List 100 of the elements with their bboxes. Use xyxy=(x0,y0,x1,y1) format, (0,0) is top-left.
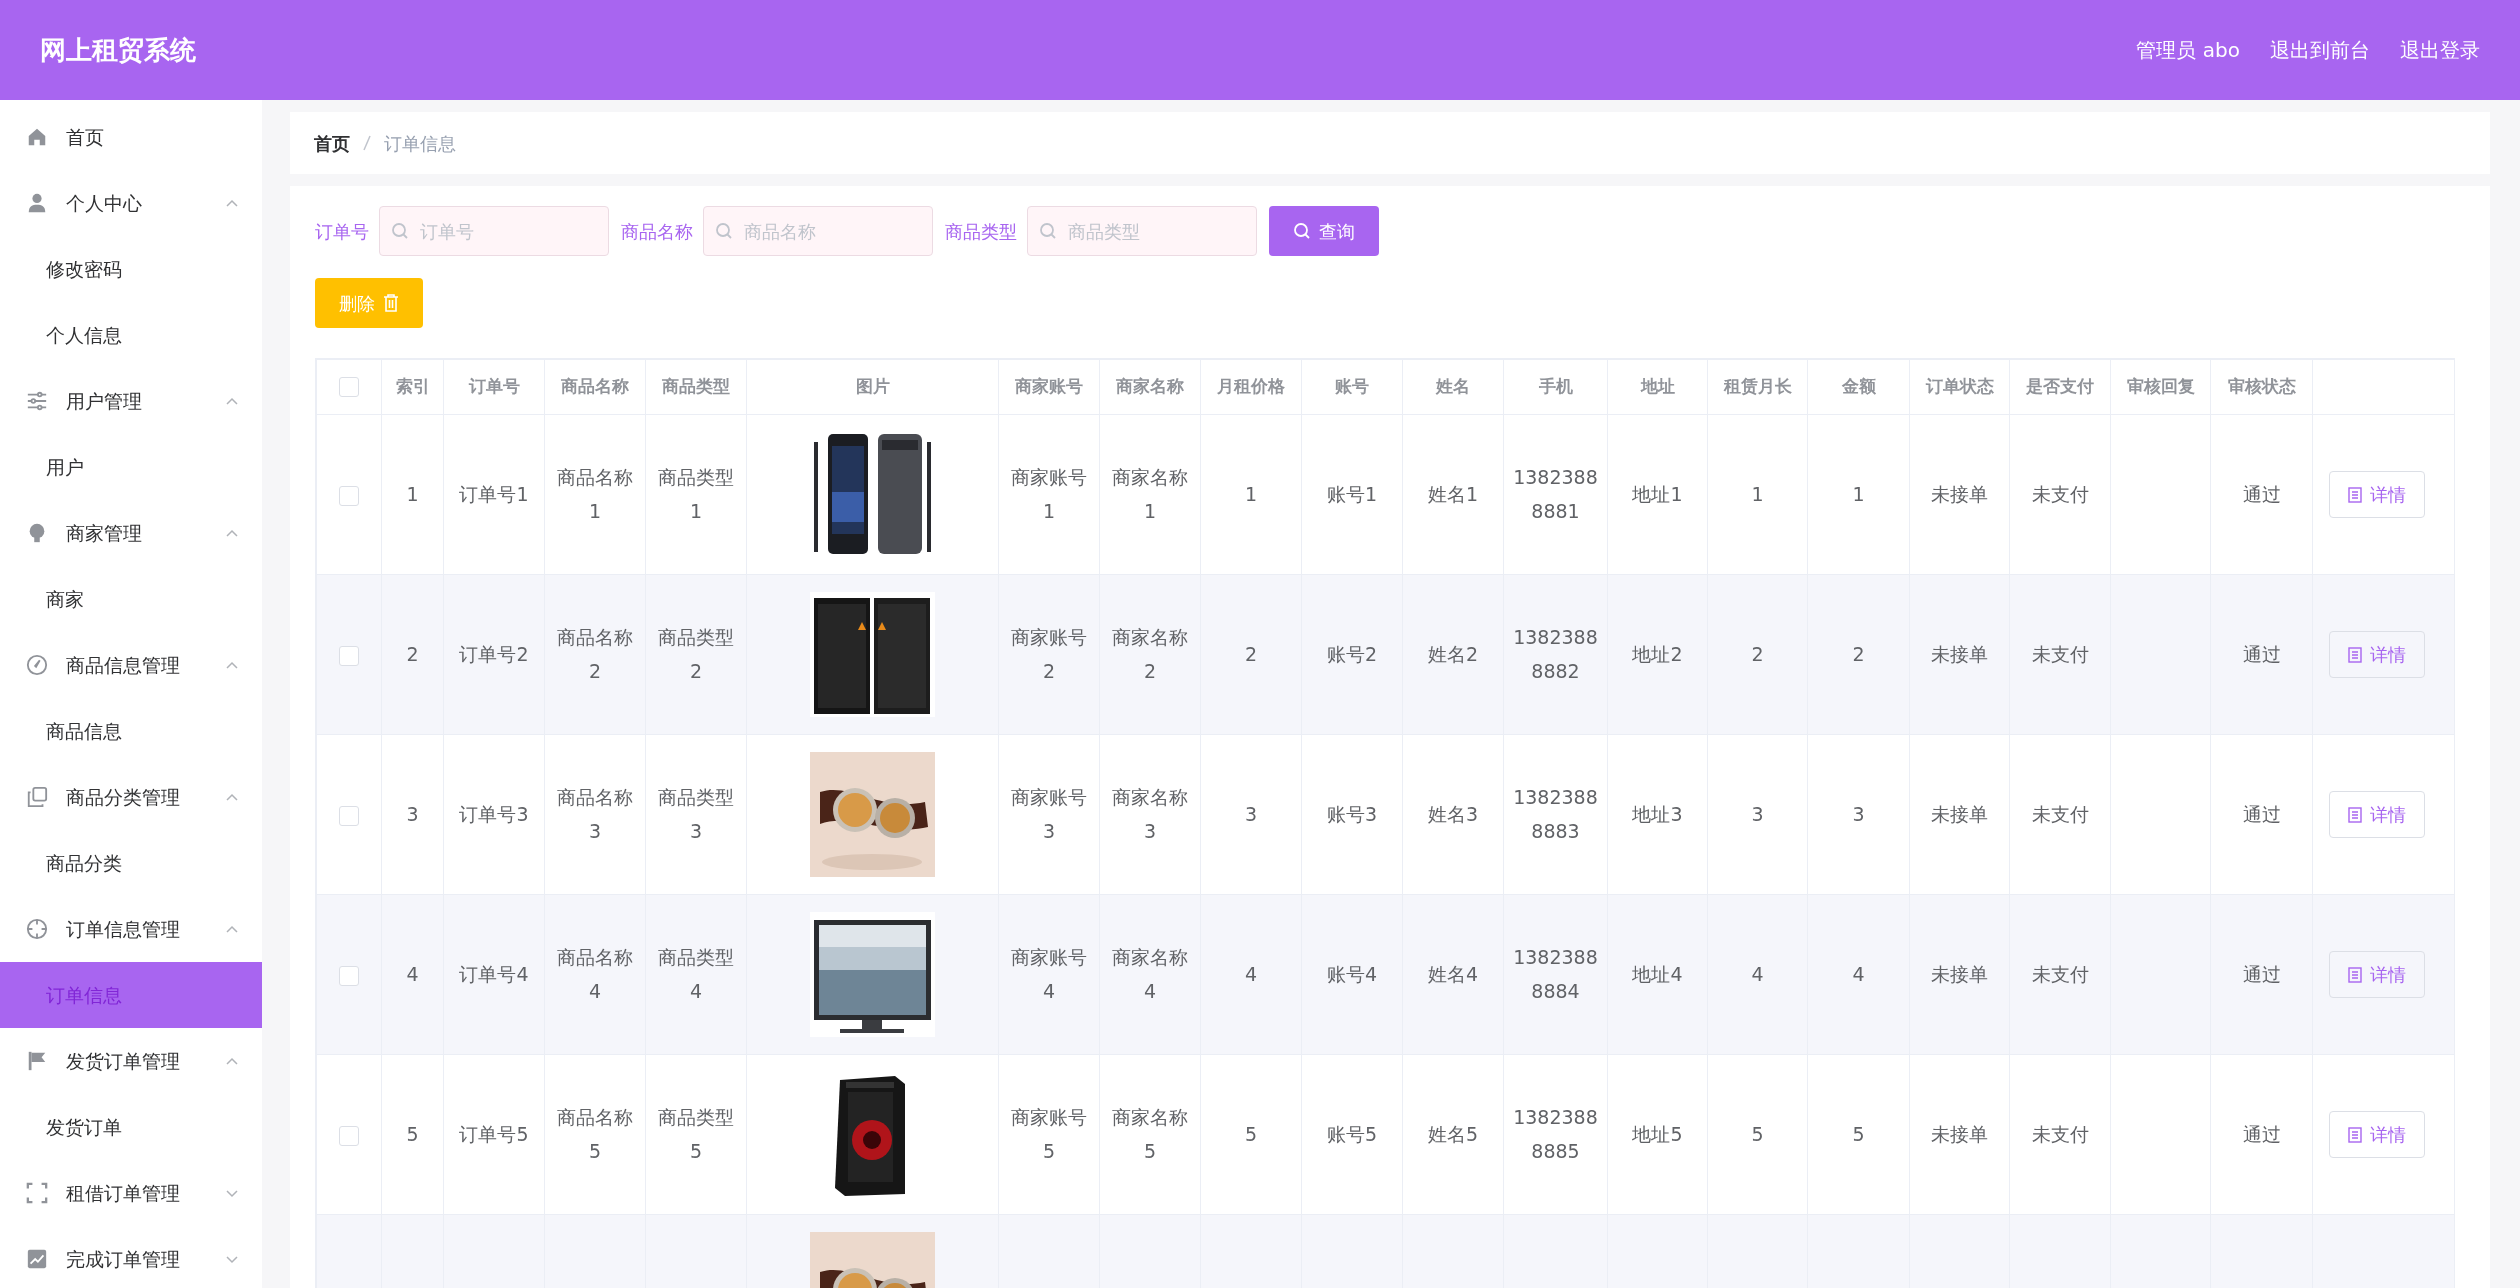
details-button[interactable]: 详情 xyxy=(2329,791,2425,838)
table-cell-text: 商品名称4 xyxy=(556,945,634,1004)
table-cell-text: 商品名称3 xyxy=(556,785,634,844)
select-all-checkbox[interactable] xyxy=(339,377,359,398)
table-cell-text: 13823888881 xyxy=(1512,465,1599,524)
sidebar-item[interactable]: 租借订单管理 xyxy=(0,1160,262,1226)
search-label: 商品名称 xyxy=(621,219,693,244)
table-cell-text: 商品类型1 xyxy=(657,465,735,524)
table-cell: 未支付 xyxy=(2031,1123,2089,1146)
table-cell: 账号3 xyxy=(1326,803,1378,826)
sidebar-label: 用户管理 xyxy=(66,388,142,414)
row-checkbox[interactable] xyxy=(339,805,359,826)
table-cell: 账号1 xyxy=(1326,483,1378,506)
column-header: 商品名称 xyxy=(561,376,629,397)
sidebar-item[interactable]: 订单信息管理 xyxy=(0,896,262,962)
sidebar-subitem[interactable]: 发货订单 xyxy=(0,1094,262,1160)
user-icon xyxy=(26,192,48,214)
sidebar-subitem[interactable]: 用户 xyxy=(0,434,262,500)
table-cell-text: 商家名称4 xyxy=(1111,945,1189,1004)
search-field[interactable]: 订单号 xyxy=(379,206,609,256)
table-cell: 4 xyxy=(1852,963,1865,986)
table-cell: 未接单 xyxy=(1931,803,1988,826)
table-cell: 5 xyxy=(1751,1123,1764,1146)
sidebar-label: 发货订单管理 xyxy=(66,1048,180,1074)
trash-icon xyxy=(383,294,399,312)
column-header: 索引 xyxy=(395,376,430,397)
table-cell-text: 商家账号3 xyxy=(1010,785,1088,844)
document-icon xyxy=(2348,1126,2362,1143)
sidebar-label: 完成订单管理 xyxy=(66,1246,180,1272)
table-cell: 账号2 xyxy=(1326,643,1378,666)
table-cell: 姓名3 xyxy=(1427,803,1479,826)
table-cell-text: 商家名称3 xyxy=(1111,785,1189,844)
table-cell: 账号5 xyxy=(1326,1123,1378,1146)
column-header: 图片 xyxy=(855,376,890,397)
row-checkbox[interactable] xyxy=(339,965,359,986)
table-cell: 未接单 xyxy=(1931,483,1988,506)
sidebar-item[interactable]: 商品信息管理 xyxy=(0,632,262,698)
table-cell: 未支付 xyxy=(2031,803,2089,826)
search-field[interactable]: 商品类型 xyxy=(1027,206,1257,256)
sidebar-subitem[interactable]: 个人信息 xyxy=(0,302,262,368)
table-cell-text: 商家账号2 xyxy=(1010,625,1088,684)
column-header: 订单状态 xyxy=(1925,376,1994,397)
sidebar-item[interactable]: 完成订单管理 xyxy=(0,1226,262,1288)
table-cell-text: 商品类型2 xyxy=(657,625,735,684)
details-button[interactable]: 详情 xyxy=(2329,471,2425,518)
column-header: 商家账号 xyxy=(1015,376,1083,397)
column-header: 审核回复 xyxy=(2126,376,2195,397)
column-header: 商家名称 xyxy=(1116,376,1184,397)
app-title: 网上租贸系统 xyxy=(40,33,196,67)
search-button[interactable]: 查询 xyxy=(1269,206,1379,256)
column-header: 账号 xyxy=(1335,376,1369,397)
sidebar-item[interactable]: 用户管理 xyxy=(0,368,262,434)
table-cell: 订单号5 xyxy=(459,1123,529,1146)
sidebar-item[interactable]: 商家管理 xyxy=(0,500,262,566)
table-cell-text: 13823888884 xyxy=(1512,945,1599,1004)
table-cell: 通过 xyxy=(2242,483,2281,506)
flag-icon xyxy=(26,1050,48,1072)
user-link[interactable]: 管理员 abo xyxy=(2136,35,2240,65)
table-cell: 姓名4 xyxy=(1427,963,1479,986)
table-cell-text: 13823888885 xyxy=(1512,1105,1599,1164)
column-header: 是否支付 xyxy=(2026,376,2094,397)
table-cell-text: 商家名称2 xyxy=(1111,625,1189,684)
sidebar-subitem[interactable]: 商品信息 xyxy=(0,698,262,764)
sidebar-item[interactable]: 商品分类管理 xyxy=(0,764,262,830)
table-cell: 2 xyxy=(1244,643,1258,666)
row-checkbox[interactable] xyxy=(339,485,359,506)
table-cell: 4 xyxy=(1244,963,1258,986)
sidebar-subitem[interactable]: 商品分类 xyxy=(0,830,262,896)
document-icon xyxy=(2348,646,2362,663)
header-link[interactable]: 退出登录 xyxy=(2400,35,2480,65)
breadcrumb-link[interactable]: 首页 xyxy=(314,129,350,157)
sidebar-label: 租借订单管理 xyxy=(66,1180,180,1206)
crosshair-icon xyxy=(26,918,48,940)
table-cell-text: 商品名称1 xyxy=(556,465,634,524)
column-header: 手机 xyxy=(1538,376,1573,397)
column-header: 地址 xyxy=(1640,376,1675,397)
sidebar-item[interactable]: 首页 xyxy=(0,104,262,170)
table-cell: 地址5 xyxy=(1632,1123,1683,1146)
table-cell: 2 xyxy=(406,643,419,666)
column-header: 订单号 xyxy=(468,376,520,397)
sidebar-subitem[interactable]: 修改密码 xyxy=(0,236,262,302)
table-cell-text: 商品名称5 xyxy=(556,1105,634,1164)
search-field[interactable]: 商品名称 xyxy=(703,206,933,256)
row-checkbox[interactable] xyxy=(339,1125,359,1146)
table-cell: 3 xyxy=(1244,803,1258,826)
sidebar-item[interactable]: 发货订单管理 xyxy=(0,1028,262,1094)
search-icon xyxy=(1293,222,1311,240)
column-header: 商品类型 xyxy=(662,376,730,397)
sidebar-item[interactable]: 个人中心 xyxy=(0,170,262,236)
sidebar-subitem[interactable]: 商家 xyxy=(0,566,262,632)
row-checkbox[interactable] xyxy=(339,645,359,666)
table-cell: 地址3 xyxy=(1632,803,1683,826)
details-button[interactable]: 详情 xyxy=(2329,1111,2425,1158)
table-cell: 订单号4 xyxy=(459,963,529,986)
table-cell-text: 13823888883 xyxy=(1512,785,1599,844)
header-link[interactable]: 退出到前台 xyxy=(2270,35,2370,65)
table-cell-text: 商家账号1 xyxy=(1010,465,1088,524)
table-cell-text: 商品类型4 xyxy=(657,945,735,1004)
table-cell: 地址1 xyxy=(1632,483,1683,506)
table-cell: 订单号1 xyxy=(459,483,529,506)
